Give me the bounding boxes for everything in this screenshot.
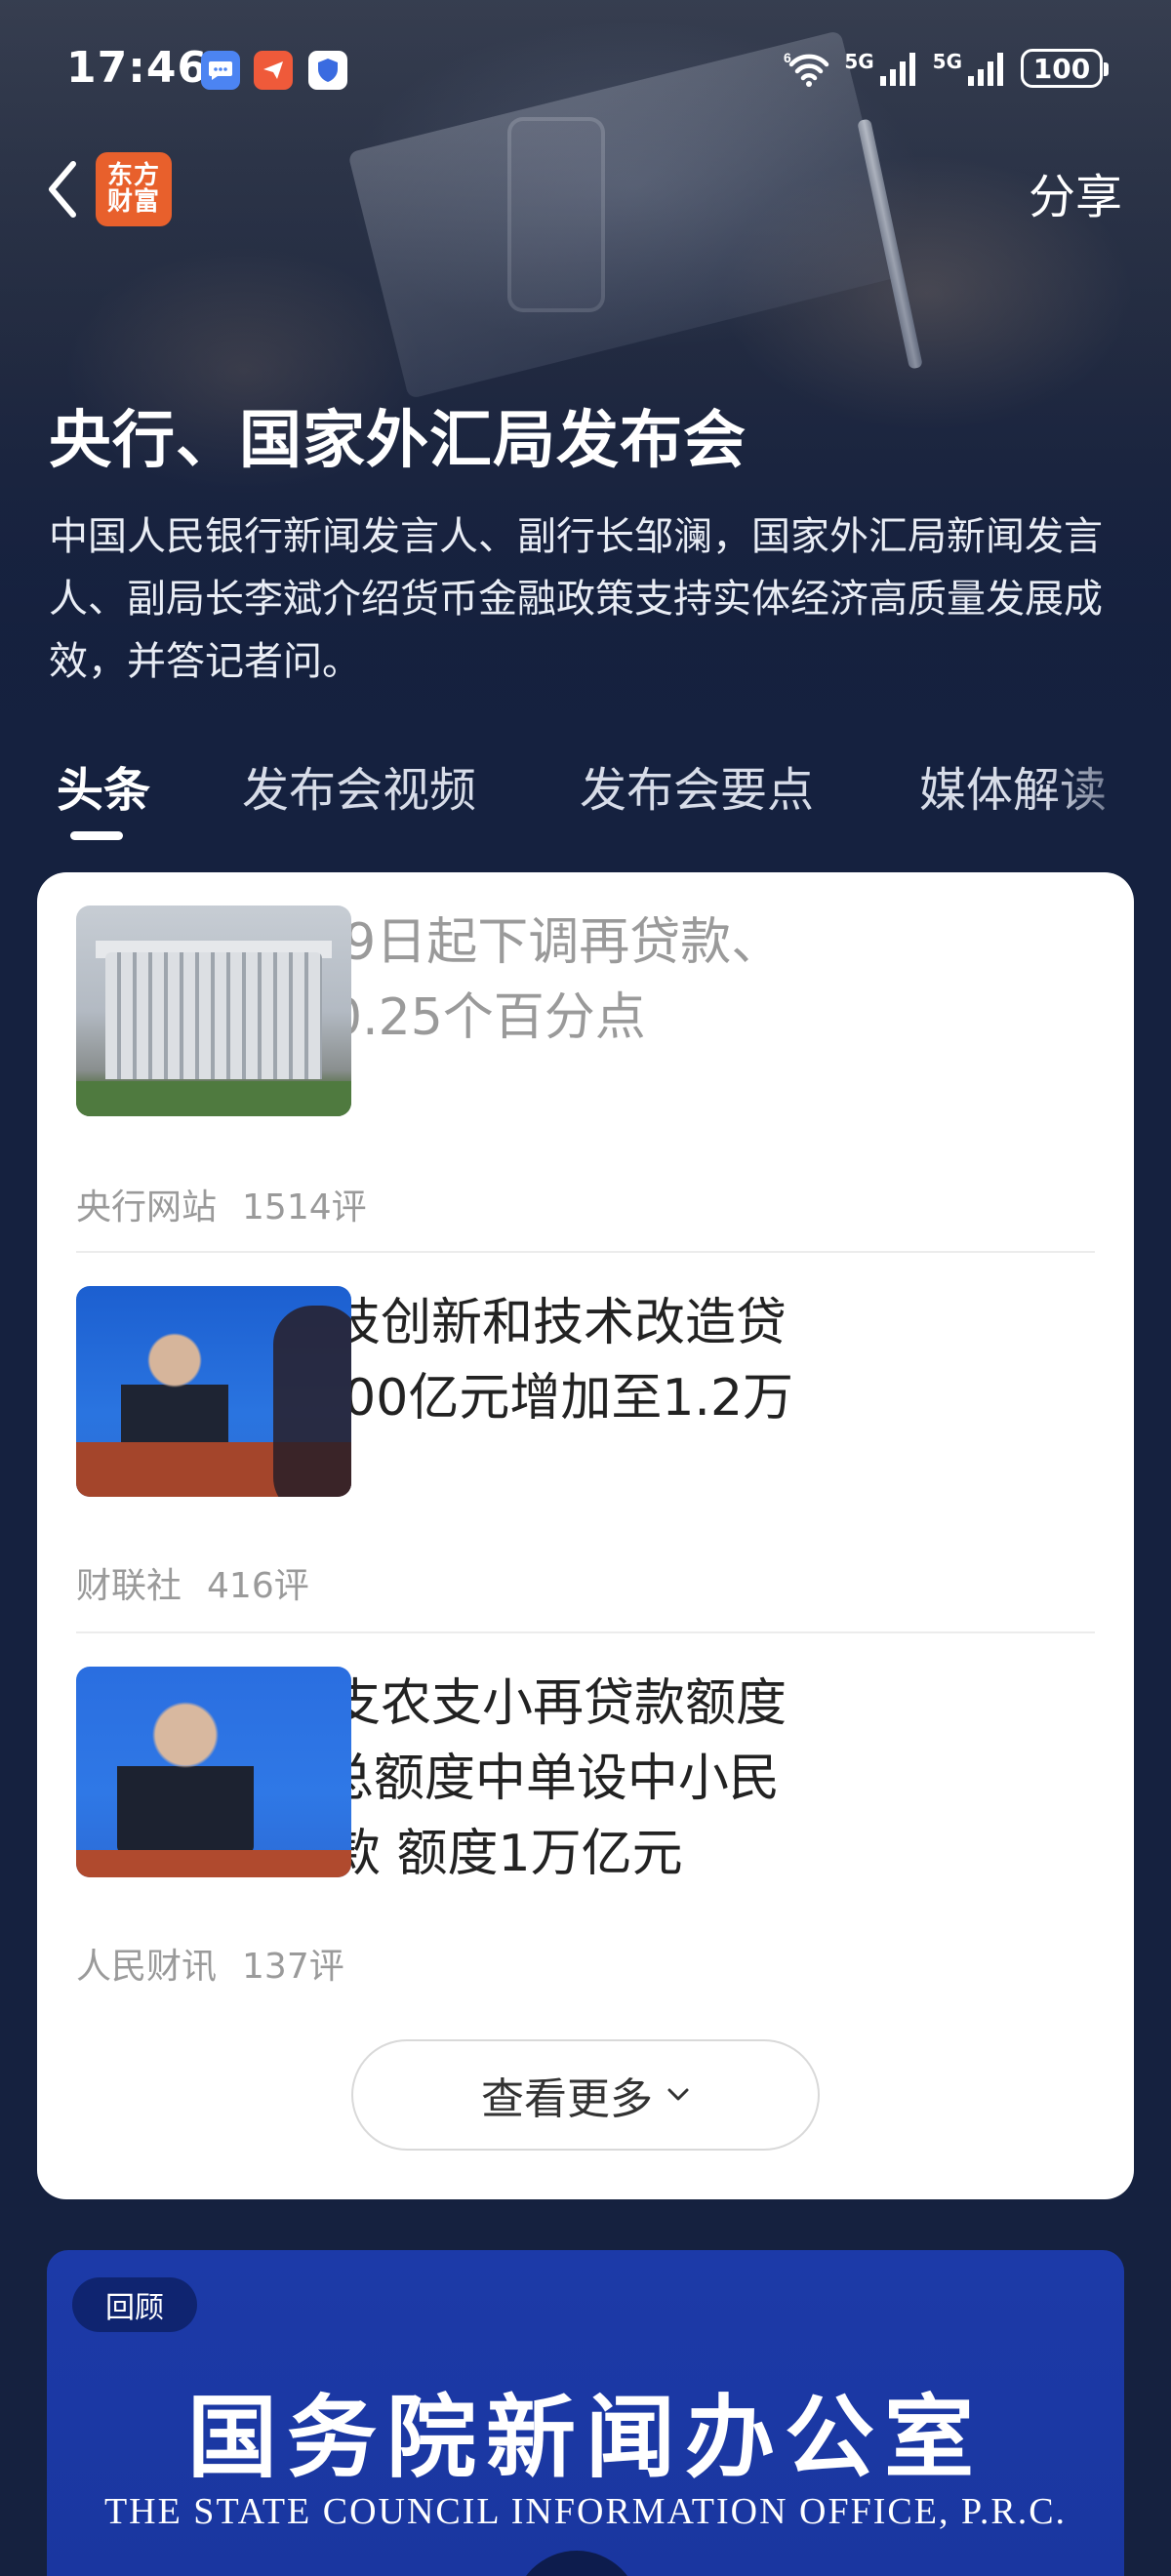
signal-2-icon [968,53,1003,86]
play-button[interactable] [513,2551,640,2576]
brand-logo-line2: 财富 [106,187,160,217]
news-comment-count: 137评 [242,1947,344,1987]
view-more-label: 查看更多 [481,2074,653,2124]
divider [76,1251,1095,1253]
news-source: 央行网站 [76,1187,218,1228]
send-app-icon [254,51,293,90]
brand-logo[interactable]: 东方 财富 [96,152,172,226]
shield-app-icon [308,51,347,90]
page-title: 央行、国家外汇局发布会 [49,405,747,477]
banner-title-en: THE STATE COUNCIL INFORMATION OFFICE, P.… [103,2491,1068,2532]
news-source: 人民财讯 [76,1947,218,1987]
brand-logo-line1: 东方 [106,160,160,190]
news-meta: 人民财讯 137评 [76,1938,344,1989]
news-meta: 央行网站 1514评 [76,1179,367,1229]
tab-headlines[interactable]: 头条 [57,751,150,820]
review-video-banner[interactable]: 回顾 国务院新闻办公室 THE STATE COUNCIL INFORMATIO… [47,2250,1124,2576]
thumb-building [105,952,322,1079]
news-thumbnail [76,1286,351,1497]
share-button[interactable]: 分享 [1029,158,1122,226]
signal-1-label: 5G [844,50,874,73]
battery-level: 100 [1032,52,1091,85]
page-description: 中国人民银行新闻发言人、副行长邹澜，国家外汇局新闻发言人、副局长李斌介绍货币金融… [49,514,1103,684]
thumb-ground [76,1081,351,1116]
chevron-left-icon [49,161,76,218]
status-bar: 17:46 6 5G 5G 100 [0,0,1171,137]
news-source: 财联社 [76,1566,182,1606]
banner-title-cn: 国务院新闻办公室 [186,2385,984,2490]
news-meta: 财联社 416评 [76,1557,309,1608]
signal-1-icon [879,53,915,86]
tab-conference-video[interactable]: 发布会视频 [242,751,476,820]
news-item[interactable]: 央行：将科技创新和技术改造贷款额度从8000亿元增加至1.2万亿元 财联社416… [76,1286,1095,1608]
view-more-button[interactable]: 查看更多 [351,2039,820,2151]
news-comment-count: 416评 [207,1566,309,1606]
news-item[interactable]: 央行：增加支农支小再贷款额度5000亿元 总额度中单设中小民营企业再贷款 额度1… [76,1667,1095,1989]
chevron-down-icon [667,2088,689,2101]
tab-conference-highlights[interactable]: 发布会要点 [580,751,814,820]
news-card: 央行：1月19日起下调再贷款、再贴现利率0.25个百分点 央行网站1514评 央… [37,872,1134,2199]
thumb-speaker [117,1696,254,1854]
news-comment-count: 1514评 [242,1187,367,1228]
status-time: 17:46 [66,43,209,93]
message-app-icon [201,51,240,90]
news-thumbnail [76,906,351,1116]
news-item[interactable]: 央行：1月19日起下调再贷款、再贴现利率0.25个百分点 央行网站 1514评 [76,906,1095,1228]
tab-active-indicator [70,831,123,840]
signal-2-label: 5G [932,50,962,73]
tab-bar: 头条 发布会视频 发布会要点 媒体解读 [0,751,1171,849]
thumb-table [76,1850,351,1877]
thumb-speaker [121,1331,228,1458]
status-indicators: 6 5G 5G 100 [784,49,1109,88]
back-button[interactable] [35,156,90,222]
news-thumbnail [76,1667,351,1877]
wifi-icon: 6 [784,50,829,87]
battery-icon: 100 [1021,49,1109,88]
divider [76,1631,1095,1633]
review-badge: 回顾 [72,2277,197,2332]
tab-fade-overlay [1044,742,1171,829]
thumb-foreground-shadow [273,1306,351,1497]
